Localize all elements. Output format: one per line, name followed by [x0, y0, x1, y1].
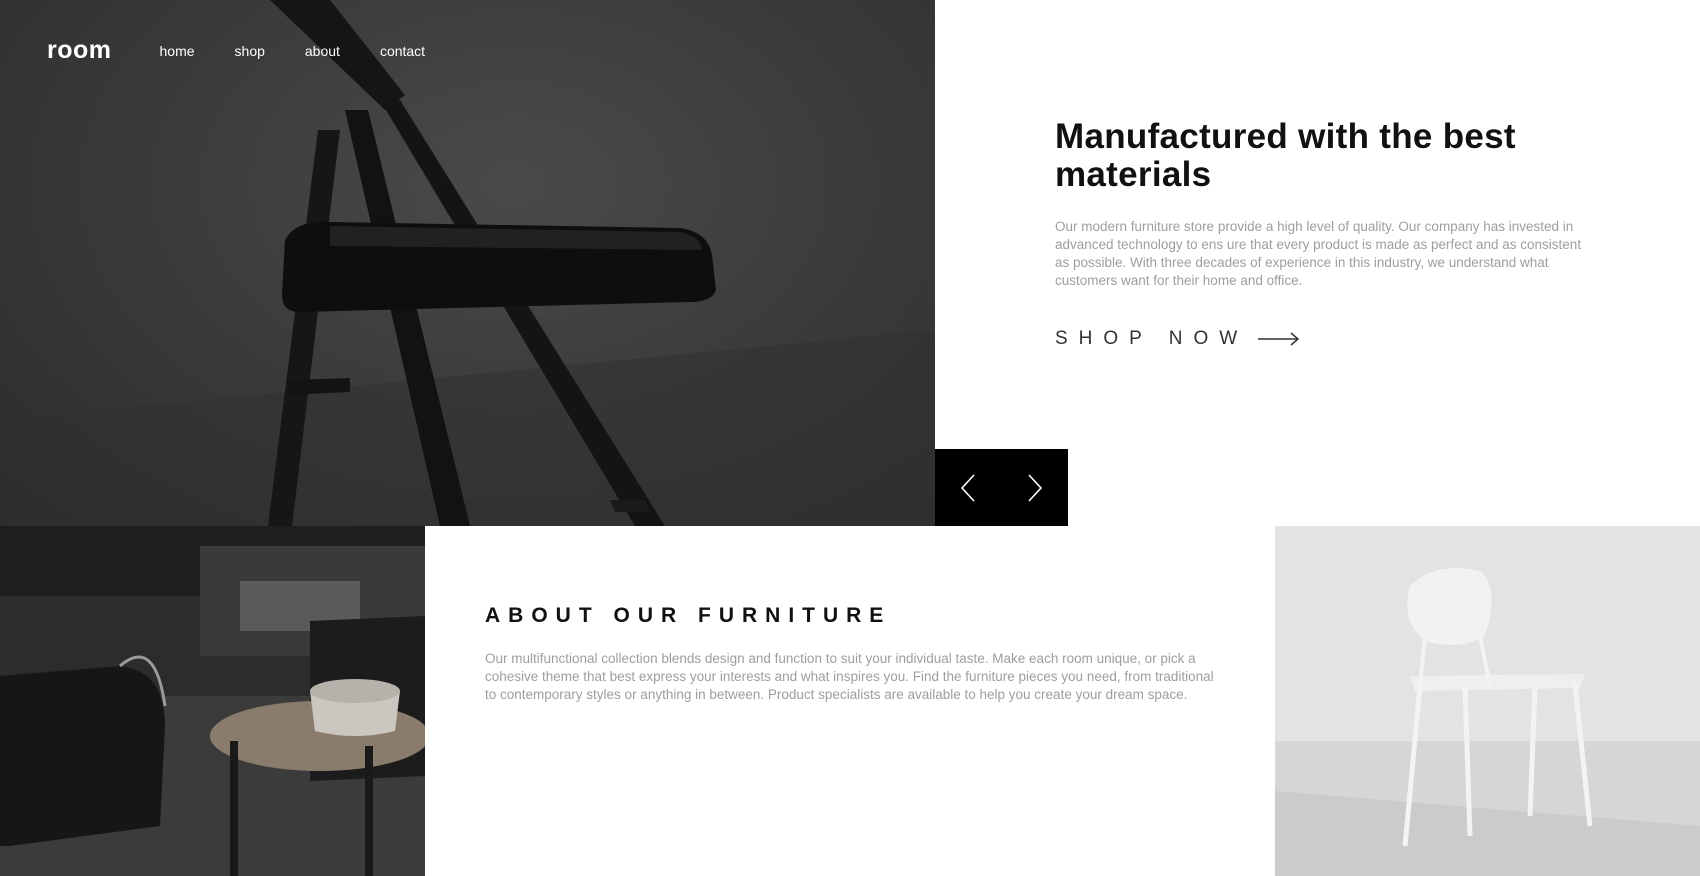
site-logo[interactable]: room — [47, 36, 112, 65]
about-description: Our multifunctional collection blends de… — [485, 651, 1214, 702]
nav-link-contact[interactable]: contact — [380, 43, 425, 59]
about-image-white-chair — [1275, 526, 1700, 876]
dark-living-room-illustration — [0, 526, 425, 876]
folding-chair-illustration — [0, 0, 935, 526]
hero-image-black-folding-chair — [0, 0, 935, 526]
chevron-left-icon — [961, 473, 975, 502]
nav-link-home[interactable]: home — [160, 43, 195, 59]
hero-content: Manufactured with the best materials Our… — [1055, 118, 1585, 350]
slider-controls — [935, 449, 1068, 526]
hero-description: Our modern furniture store provide a hig… — [1055, 219, 1582, 288]
main-navigation: room home shop about contact — [47, 36, 465, 65]
about-section: ABOUT OUR FURNITURE Our multifunctional … — [485, 604, 1215, 704]
chevron-right-icon — [1028, 473, 1042, 502]
white-chair-illustration — [1275, 526, 1700, 876]
about-image-dark-living-room — [0, 526, 425, 876]
nav-link-shop[interactable]: shop — [235, 43, 265, 59]
shop-now-button[interactable]: SHOP NOW — [1055, 328, 1585, 350]
slider-prev-button[interactable] — [935, 449, 1002, 526]
arrow-right-icon — [1258, 332, 1300, 346]
about-title: ABOUT OUR FURNITURE — [485, 604, 892, 627]
nav-link-about[interactable]: about — [305, 43, 340, 59]
shop-now-label: SHOP NOW — [1055, 328, 1249, 349]
slider-next-button[interactable] — [1002, 449, 1069, 526]
hero-title: Manufactured with the best materials — [1055, 117, 1516, 194]
